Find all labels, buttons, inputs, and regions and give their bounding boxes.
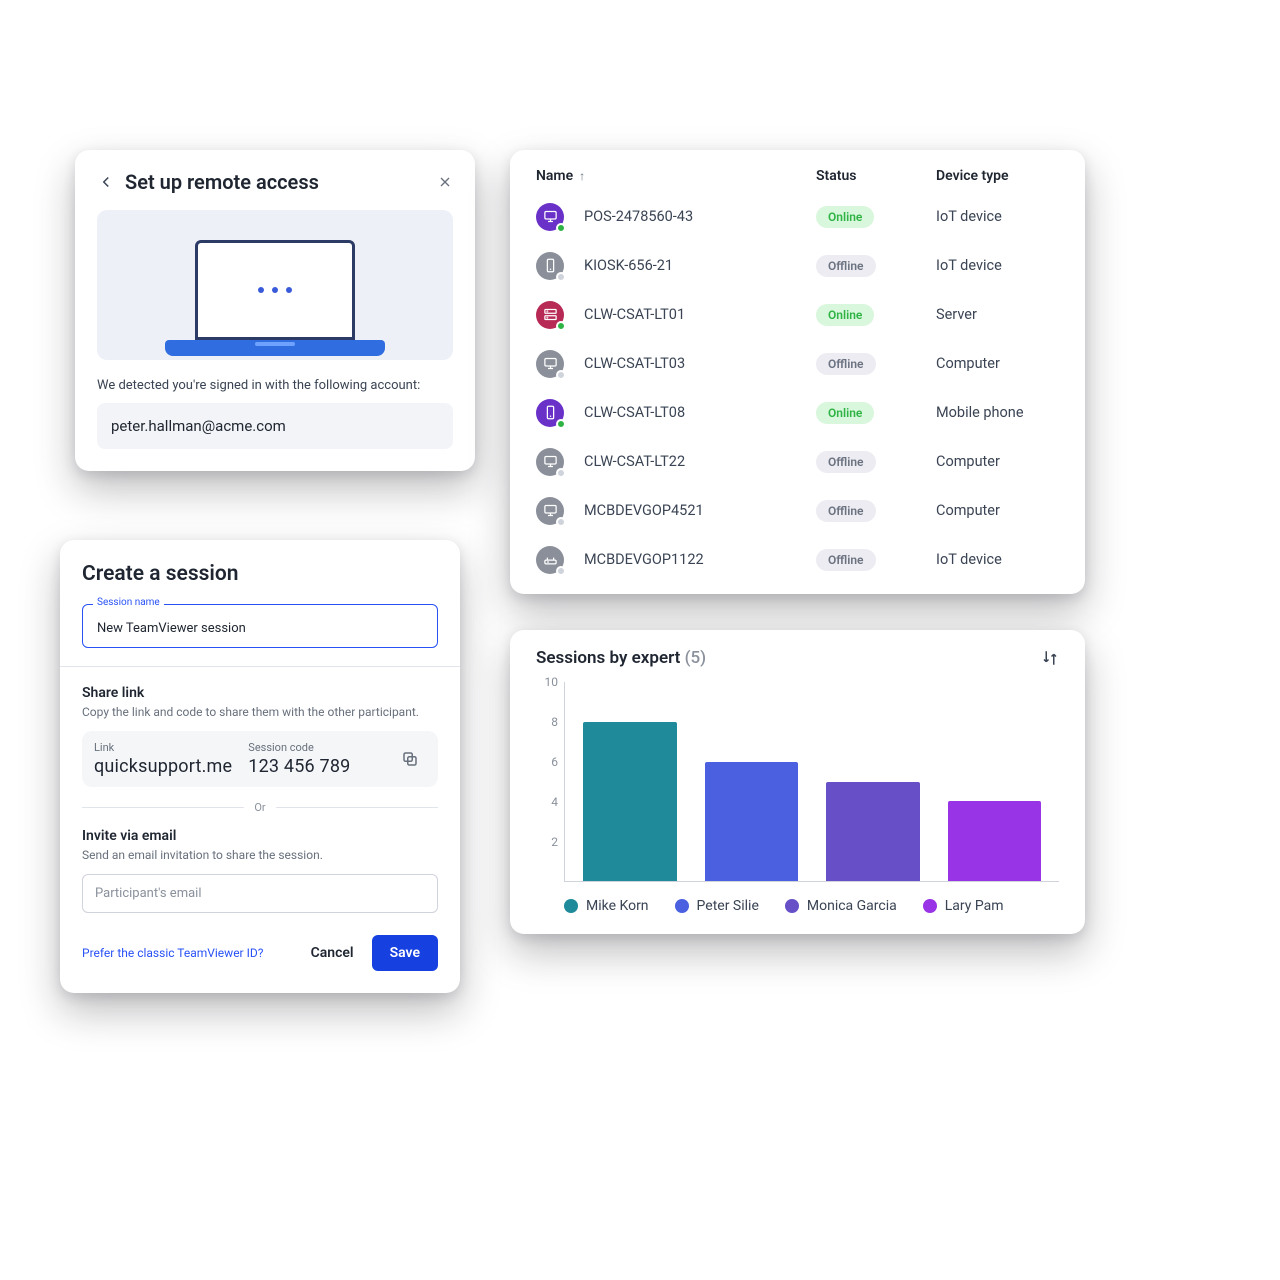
y-tick: 10 (545, 675, 559, 689)
device-type: Mobile phone (936, 404, 1059, 421)
session-name-field[interactable]: Session name (82, 604, 438, 648)
device-type: Computer (936, 502, 1059, 519)
status-badge: Offline (816, 353, 876, 375)
classic-id-link[interactable]: Prefer the classic TeamViewer ID? (82, 946, 263, 960)
close-icon[interactable] (437, 174, 453, 190)
code-value: 123 456 789 (248, 756, 378, 777)
sessions-chart-card: Sessions by expert (5) 2 4 6 8 10 Mike Korn P… (510, 630, 1085, 934)
invite-sub: Send an email invitation to share the se… (82, 848, 438, 862)
or-divider: Or (254, 801, 265, 814)
table-row[interactable]: KIOSK-656-21 Offline IoT device (536, 241, 1059, 290)
sort-asc-icon: ↑ (579, 169, 585, 183)
chart-bar (948, 801, 1042, 881)
y-tick: 2 (551, 835, 558, 849)
code-label: Session code (248, 741, 378, 754)
device-name: CLW-CSAT-LT03 (584, 355, 685, 372)
cancel-button[interactable]: Cancel (293, 935, 372, 971)
invite-title: Invite via email (82, 828, 438, 844)
legend-item: Lary Pam (923, 898, 1004, 914)
create-session-title: Create a session (82, 562, 438, 586)
chart-bar (826, 782, 920, 882)
legend-item: Monica Garcia (785, 898, 897, 914)
device-table-card: Name ↑ Status Device type POS-2478560-43… (510, 150, 1085, 594)
setup-title: Set up remote access (125, 170, 427, 194)
table-row[interactable]: CLW-CSAT-LT22 Offline Computer (536, 437, 1059, 486)
table-row[interactable]: CLW-CSAT-LT01 Online Server (536, 290, 1059, 339)
y-tick: 6 (551, 755, 558, 769)
share-link-box: Link quicksupport.me Session code 123 45… (82, 731, 438, 787)
laptop-illustration (97, 210, 453, 360)
status-badge: Offline (816, 500, 876, 522)
chart-title: Sessions by expert (5) (536, 648, 706, 668)
setup-remote-access-card: Set up remote access We detected you're … (75, 150, 475, 471)
legend-item: Peter Silie (675, 898, 759, 914)
status-badge: Offline (816, 549, 876, 571)
device-icon (536, 546, 564, 574)
status-badge: Online (816, 206, 874, 228)
copy-icon[interactable] (394, 741, 426, 777)
device-name: MCBDEVGOP1122 (584, 551, 704, 568)
device-icon (536, 399, 564, 427)
y-tick: 4 (551, 795, 558, 809)
device-type: IoT device (936, 208, 1059, 225)
device-icon (536, 301, 564, 329)
device-type: Server (936, 306, 1059, 323)
device-type: Computer (936, 453, 1059, 470)
y-tick: 8 (551, 715, 558, 729)
link-value: quicksupport.me (94, 756, 232, 777)
device-name: POS-2478560-43 (584, 208, 693, 225)
device-name: CLW-CSAT-LT08 (584, 404, 685, 421)
link-label: Link (94, 741, 232, 754)
table-row[interactable]: POS-2478560-43 Online IoT device (536, 192, 1059, 241)
session-name-input[interactable] (95, 620, 425, 637)
device-icon (536, 203, 564, 231)
share-link-sub: Copy the link and code to share them wit… (82, 705, 438, 719)
participant-email-input[interactable] (82, 874, 438, 913)
status-badge: Online (816, 402, 874, 424)
legend-item: Mike Korn (564, 898, 649, 914)
device-icon (536, 252, 564, 280)
status-badge: Offline (816, 451, 876, 473)
table-row[interactable]: MCBDEVGOP1122 Offline IoT device (536, 535, 1059, 584)
device-name: CLW-CSAT-LT22 (584, 453, 685, 470)
col-name[interactable]: Name ↑ (536, 168, 816, 184)
account-box: peter.hallman@acme.com (97, 403, 453, 449)
detected-text: We detected you're signed in with the fo… (97, 378, 453, 393)
device-name: KIOSK-656-21 (584, 257, 673, 274)
col-type[interactable]: Device type (936, 168, 1059, 184)
back-icon[interactable] (97, 173, 115, 191)
table-row[interactable]: CLW-CSAT-LT08 Online Mobile phone (536, 388, 1059, 437)
device-type: IoT device (936, 257, 1059, 274)
device-name: MCBDEVGOP4521 (584, 502, 704, 519)
create-session-card: Create a session Session name Share link… (60, 540, 460, 993)
device-icon (536, 448, 564, 476)
status-badge: Online (816, 304, 874, 326)
col-status[interactable]: Status (816, 168, 936, 184)
status-badge: Offline (816, 255, 876, 277)
chart-bar (705, 762, 799, 881)
device-icon (536, 497, 564, 525)
share-link-title: Share link (82, 685, 438, 701)
device-type: IoT device (936, 551, 1059, 568)
sort-icon[interactable] (1041, 649, 1059, 667)
table-row[interactable]: MCBDEVGOP4521 Offline Computer (536, 486, 1059, 535)
chart-bar (583, 722, 677, 881)
save-button[interactable]: Save (372, 935, 438, 971)
session-name-label: Session name (93, 597, 164, 608)
table-row[interactable]: CLW-CSAT-LT03 Offline Computer (536, 339, 1059, 388)
device-name: CLW-CSAT-LT01 (584, 306, 685, 323)
device-icon (536, 350, 564, 378)
device-type: Computer (936, 355, 1059, 372)
